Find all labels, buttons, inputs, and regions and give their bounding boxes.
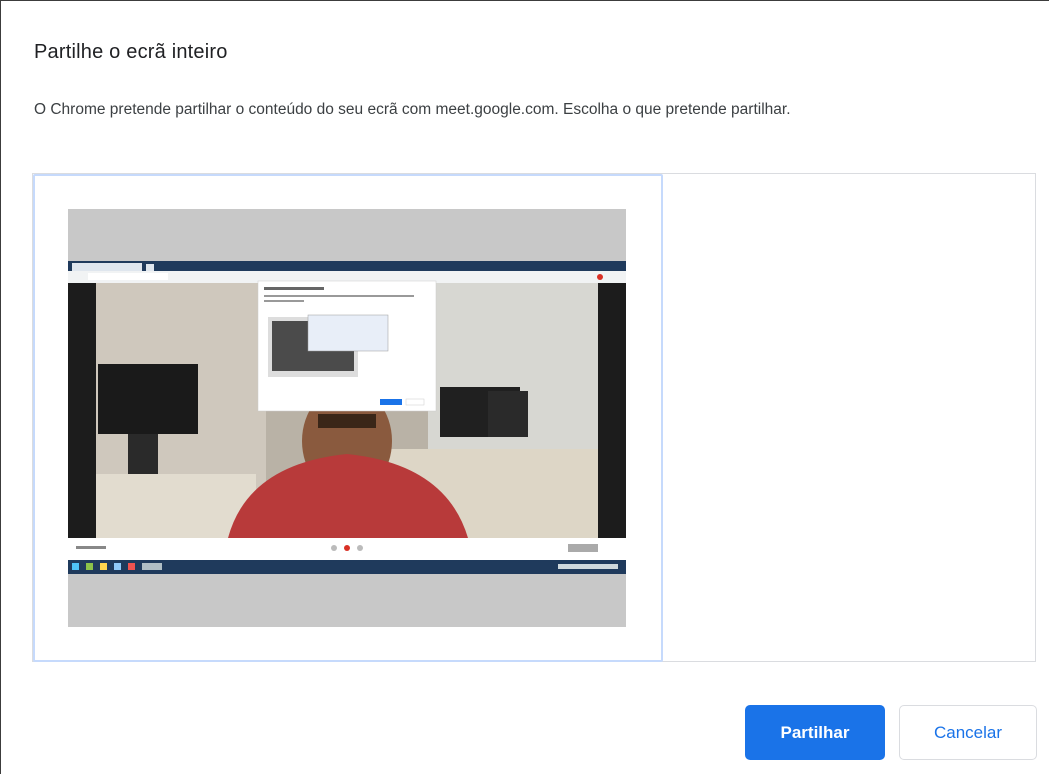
cancel-button[interactable]: Cancelar <box>899 705 1037 760</box>
share-screen-dialog: Partilhe o ecrã inteiro O Chrome pretend… <box>0 0 1049 774</box>
screen-thumbnail-image <box>68 209 626 627</box>
screen-thumbnail <box>68 209 626 627</box>
dialog-description: O Chrome pretende partilhar o conteúdo d… <box>34 101 791 118</box>
dialog-title: Partilhe o ecrã inteiro <box>34 41 228 63</box>
share-button[interactable]: Partilhar <box>745 705 885 760</box>
